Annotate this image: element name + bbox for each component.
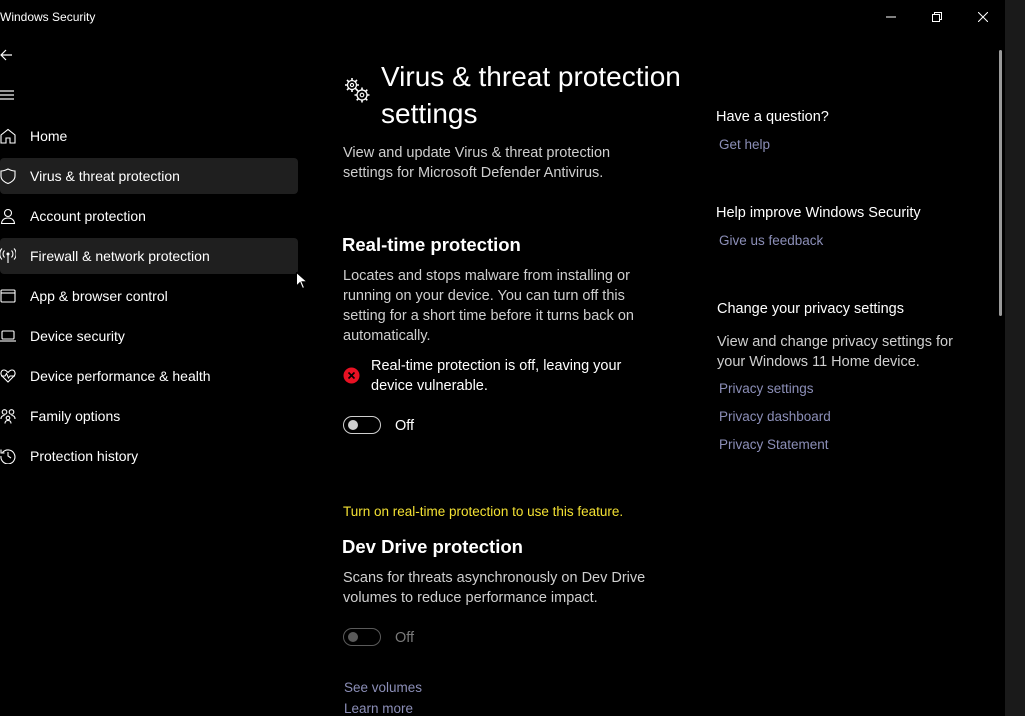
sidebar-item-device-performance-health[interactable]: Device performance & health — [0, 358, 298, 394]
realtime-protection-status: Real-time protection is off, leaving you… — [371, 358, 622, 394]
have-a-question-title: Have a question? — [716, 109, 829, 125]
menu-button[interactable] — [0, 88, 20, 106]
devdrive-warning: Turn on real-time protection to use this… — [343, 504, 624, 519]
windows-security-window: Windows Security Home Virus & threat pro… — [0, 0, 1025, 716]
shield-icon — [0, 168, 16, 184]
page-description: View and update Virus & threat protectio… — [343, 145, 611, 181]
privacy-dashboard-link[interactable]: Privacy dashboard — [719, 409, 831, 424]
restore-button[interactable] — [914, 0, 960, 34]
home-icon — [0, 128, 16, 144]
devdrive-protection-toggle[interactable] — [343, 628, 381, 646]
back-arrow-icon — [0, 49, 12, 61]
realtime-protection-description: Locates and stops malware from installin… — [343, 268, 634, 344]
get-help-link[interactable]: Get help — [719, 137, 770, 152]
realtime-protection-toggle[interactable] — [343, 416, 381, 434]
minimize-button[interactable] — [868, 0, 914, 34]
history-icon — [0, 449, 16, 464]
heart-pulse-icon — [0, 369, 16, 383]
close-button[interactable] — [960, 0, 1006, 34]
scrollbar-thumb[interactable] — [999, 50, 1002, 316]
sidebar-item-label: Protection history — [30, 448, 139, 464]
toggle-knob — [348, 632, 358, 642]
sidebar-item-label: Device performance & health — [30, 368, 211, 384]
sidebar-item-label: App & browser control — [30, 288, 168, 304]
scrollbar-track[interactable] — [1005, 0, 1025, 716]
give-feedback-link[interactable]: Give us feedback — [719, 233, 823, 248]
toggle-knob — [348, 420, 358, 430]
devdrive-protection-description: Scans for threats asynchronously on Dev … — [343, 570, 646, 606]
back-button[interactable] — [0, 48, 20, 66]
page-title: Virus & threat protection settings — [381, 61, 681, 129]
close-icon — [978, 12, 988, 22]
devdrive-toggle-state: Off — [395, 630, 415, 646]
family-icon — [0, 409, 16, 424]
sidebar-item-device-security[interactable]: Device security — [0, 318, 298, 354]
sidebar-item-family-options[interactable]: Family options — [0, 398, 298, 434]
antenna-icon — [0, 248, 16, 263]
sidebar-item-label: Device security — [30, 328, 125, 344]
help-improve-title: Help improve Windows Security — [716, 205, 921, 221]
sidebar-item-app-browser-control[interactable]: App & browser control — [0, 278, 298, 314]
window-title: Windows Security — [0, 10, 96, 24]
error-circle-icon — [343, 367, 360, 384]
realtime-toggle-state: Off — [395, 418, 415, 434]
sidebar-item-label: Home — [30, 128, 68, 144]
devdrive-protection-title: Dev Drive protection — [342, 536, 523, 557]
restore-icon — [932, 12, 942, 22]
sidebar-item-firewall-network[interactable]: Firewall & network protection — [0, 238, 298, 274]
privacy-settings-link[interactable]: Privacy settings — [719, 381, 814, 396]
minimize-icon — [886, 16, 896, 18]
sidebar-item-account-protection[interactable]: Account protection — [0, 198, 298, 234]
sidebar-item-home[interactable]: Home — [0, 118, 298, 154]
sidebar-nav: Home Virus & threat protection Account p… — [0, 118, 298, 478]
privacy-statement-link[interactable]: Privacy Statement — [719, 437, 829, 452]
sidebar-item-protection-history[interactable]: Protection history — [0, 438, 298, 474]
sidebar-item-virus-threat-protection[interactable]: Virus & threat protection — [0, 158, 298, 194]
realtime-protection-title: Real-time protection — [342, 234, 521, 255]
hamburger-icon — [0, 90, 14, 100]
app-window-icon — [0, 289, 16, 303]
sidebar-item-label: Family options — [30, 408, 121, 424]
title-bar: Windows Security — [0, 0, 1025, 34]
sidebar-item-label: Virus & threat protection — [30, 168, 180, 184]
sidebar-item-label: Firewall & network protection — [30, 248, 210, 264]
learn-more-link[interactable]: Learn more — [344, 701, 413, 716]
privacy-settings-title: Change your privacy settings — [717, 301, 904, 317]
sidebar-item-label: Account protection — [30, 208, 146, 224]
person-icon — [0, 208, 16, 224]
privacy-settings-text: View and change privacy settings for you… — [717, 334, 953, 370]
see-volumes-link[interactable]: See volumes — [344, 680, 422, 695]
gears-icon — [345, 78, 370, 103]
mouse-cursor-icon — [296, 272, 308, 290]
laptop-icon — [0, 330, 16, 342]
